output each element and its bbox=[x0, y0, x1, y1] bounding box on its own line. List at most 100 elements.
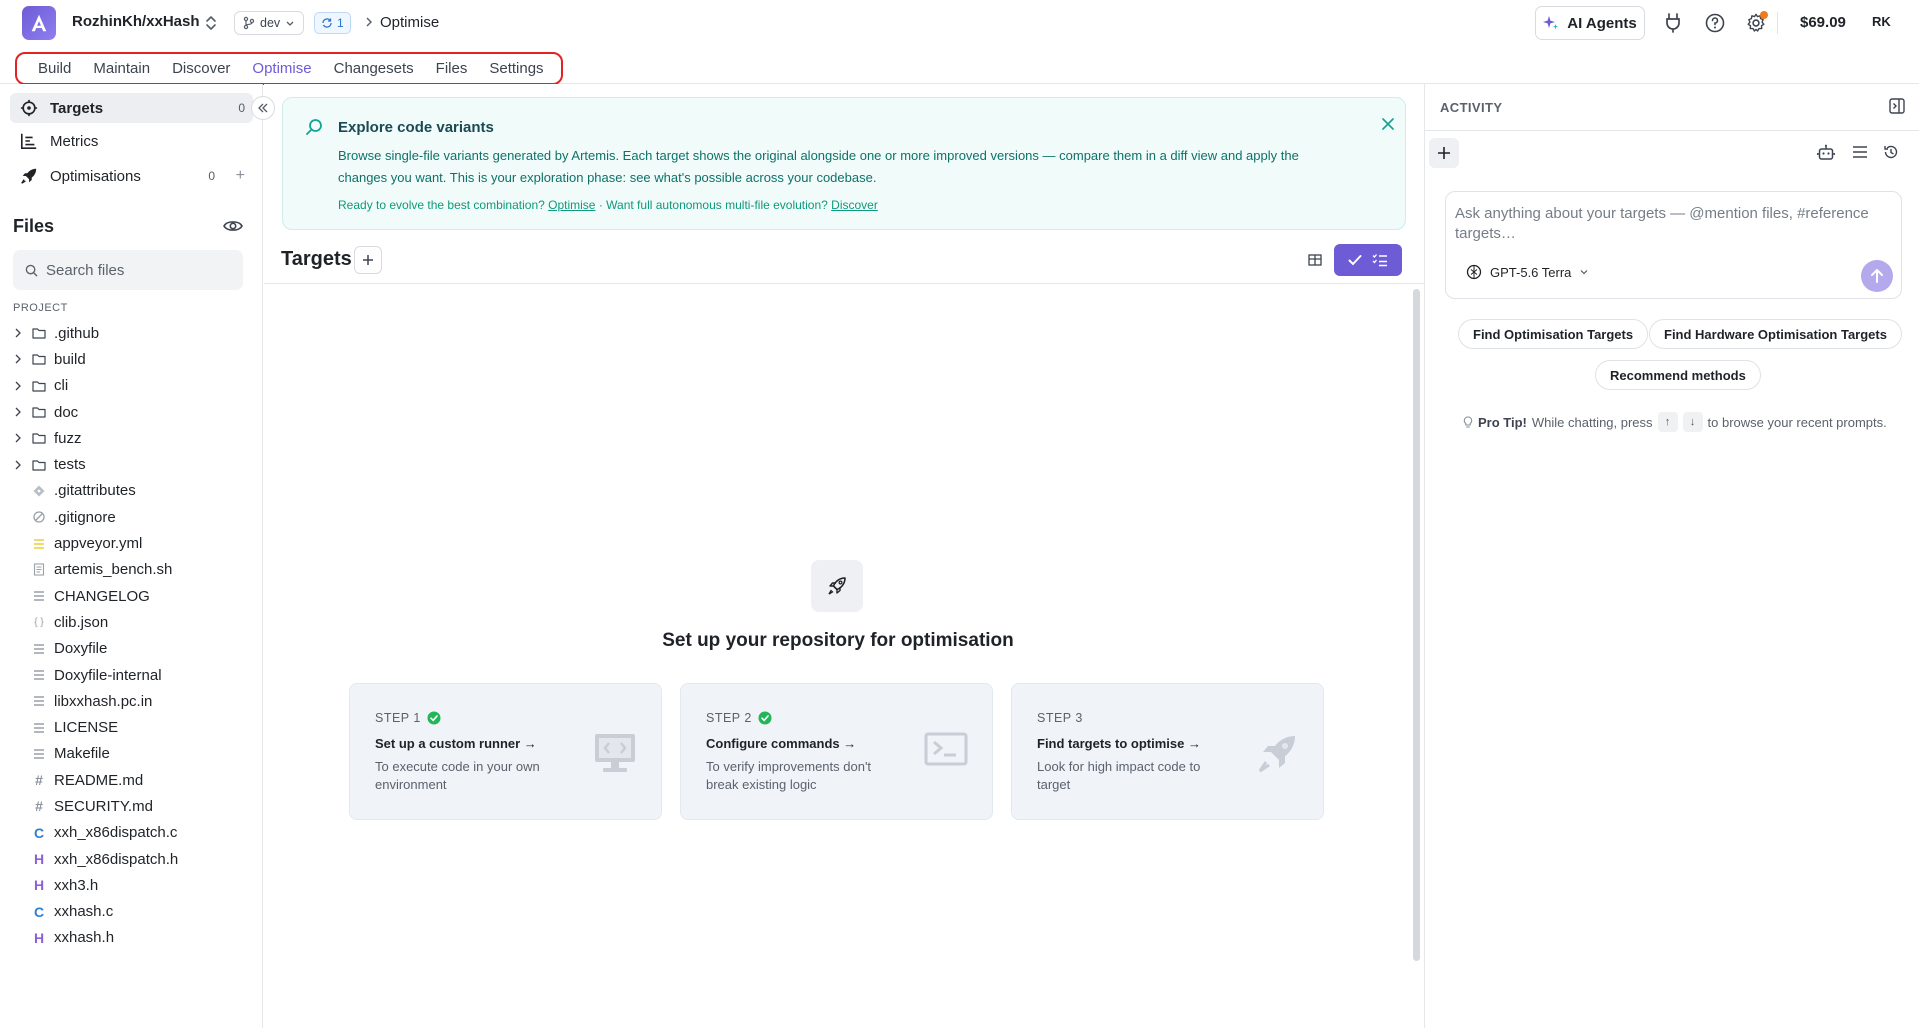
main-scrollbar[interactable] bbox=[1413, 289, 1420, 961]
add-target-button[interactable] bbox=[354, 246, 382, 274]
chevron-right-icon[interactable] bbox=[14, 354, 22, 364]
user-avatar[interactable]: RK bbox=[1872, 14, 1891, 29]
banner-link-prefix: Ready to evolve the best combination? bbox=[338, 198, 545, 212]
file-row[interactable]: LICENSE bbox=[0, 714, 262, 740]
credits-balance[interactable]: $69.09 bbox=[1800, 14, 1846, 31]
step-card-custom-runner[interactable]: STEP 1 Set up a custom runner → To execu… bbox=[349, 683, 662, 820]
text-lines-icon bbox=[32, 721, 46, 735]
nav-tab-maintain[interactable]: Maintain bbox=[82, 54, 161, 83]
json-braces-icon: { } bbox=[34, 616, 44, 628]
menu-list-icon[interactable] bbox=[1852, 144, 1868, 160]
activity-divider bbox=[1425, 130, 1919, 131]
file-search-input[interactable] bbox=[46, 261, 226, 279]
ai-agents-button[interactable]: AI Agents bbox=[1535, 6, 1645, 40]
chat-input[interactable]: Ask anything about your targets — @menti… bbox=[1455, 204, 1895, 244]
branch-selector[interactable]: dev bbox=[234, 11, 305, 35]
chevron-right-icon[interactable] bbox=[14, 460, 22, 470]
nav-tab-settings[interactable]: Settings bbox=[478, 54, 554, 83]
robot-icon[interactable] bbox=[1817, 144, 1835, 162]
discover-link[interactable]: Discover bbox=[831, 198, 878, 212]
eye-icon[interactable] bbox=[223, 218, 243, 234]
file-row[interactable]: H xxh_x86dispatch.h bbox=[0, 846, 262, 872]
file-row[interactable]: H xxhash.h bbox=[0, 925, 262, 951]
file-name: libxxhash.pc.in bbox=[54, 692, 153, 710]
file-row[interactable]: .gitignore bbox=[0, 504, 262, 530]
yaml-lines-icon bbox=[32, 537, 46, 551]
folder-row[interactable]: build bbox=[0, 346, 262, 372]
collapse-panel-icon[interactable] bbox=[1889, 98, 1905, 114]
hash-icon: # bbox=[35, 798, 43, 815]
file-row[interactable]: CHANGELOG bbox=[0, 583, 262, 609]
file-name: .gitattributes bbox=[54, 482, 136, 500]
file-row[interactable]: appveyor.yml bbox=[0, 530, 262, 556]
model-selector[interactable]: GPT-5.6 Terra bbox=[1466, 264, 1589, 280]
collapse-sidebar-button[interactable] bbox=[251, 96, 275, 120]
new-chat-button[interactable] bbox=[1429, 138, 1459, 168]
suggestion-recommend-methods[interactable]: Recommend methods bbox=[1595, 360, 1761, 390]
file-name: clib.json bbox=[54, 613, 109, 631]
step-label: STEP 1 bbox=[375, 711, 441, 725]
send-button[interactable] bbox=[1861, 260, 1893, 292]
file-tree: .github build cli doc fuzz tests .gitatt… bbox=[0, 320, 262, 951]
file-row[interactable]: # SECURITY.md bbox=[0, 793, 262, 819]
file-row[interactable]: libxxhash.pc.in bbox=[0, 688, 262, 714]
file-row[interactable]: Doxyfile bbox=[0, 636, 262, 662]
suggestion-find-optimisation-targets[interactable]: Find Optimisation Targets bbox=[1458, 319, 1649, 349]
file-row[interactable]: # README.md bbox=[0, 767, 262, 793]
file-row[interactable]: { } clib.json bbox=[0, 609, 262, 635]
chevron-right-icon[interactable] bbox=[14, 433, 22, 443]
nav-tab-optimise[interactable]: Optimise bbox=[241, 54, 322, 83]
nav-tab-build[interactable]: Build bbox=[27, 54, 82, 83]
add-optimisation-plus-icon[interactable]: + bbox=[236, 167, 245, 185]
sidebar-item-optimisations[interactable]: Optimisations 0 + bbox=[10, 161, 253, 191]
files-heading: Files bbox=[13, 216, 55, 236]
sync-status-badge[interactable]: 1 bbox=[314, 12, 351, 34]
banner-links: Ready to evolve the best combination? Op… bbox=[338, 198, 878, 212]
step-title: Set up a custom runner → bbox=[375, 736, 537, 751]
chevron-right-icon[interactable] bbox=[14, 407, 22, 417]
optimisations-count: 0 bbox=[208, 169, 215, 183]
file-row[interactable]: H xxh3.h bbox=[0, 872, 262, 898]
nav-tab-files[interactable]: Files bbox=[425, 54, 479, 83]
close-banner-button[interactable] bbox=[1381, 117, 1395, 131]
nav-tab-changesets[interactable]: Changesets bbox=[323, 54, 425, 83]
step-card-configure-commands[interactable]: STEP 2 Configure commands → To verify im… bbox=[680, 683, 993, 820]
sidebar-item-targets[interactable]: Targets 0 bbox=[10, 93, 253, 123]
rocket-icon bbox=[21, 168, 37, 184]
file-row[interactable]: C xxh_x86dispatch.c bbox=[0, 820, 262, 846]
plug-icon[interactable] bbox=[1661, 11, 1685, 35]
file-row[interactable]: C xxhash.c bbox=[0, 899, 262, 925]
grid-view-button[interactable] bbox=[1296, 244, 1334, 276]
folder-row[interactable]: fuzz bbox=[0, 425, 262, 451]
list-check-icon bbox=[1372, 254, 1387, 267]
rocket-icon bbox=[811, 560, 863, 612]
repo-switch-icon[interactable] bbox=[204, 13, 220, 33]
suggestion-find-hardware-targets[interactable]: Find Hardware Optimisation Targets bbox=[1649, 319, 1902, 349]
app-logo[interactable] bbox=[22, 6, 56, 40]
file-row[interactable]: .gitattributes bbox=[0, 478, 262, 504]
chevron-right-icon[interactable] bbox=[14, 381, 22, 391]
chevron-right-icon[interactable] bbox=[14, 328, 22, 338]
repo-name[interactable]: RozhinKh/xxHash bbox=[72, 13, 200, 30]
folder-row[interactable]: .github bbox=[0, 320, 262, 346]
file-row[interactable]: Makefile bbox=[0, 741, 262, 767]
folder-row[interactable]: tests bbox=[0, 451, 262, 477]
double-chevron-left-icon bbox=[258, 103, 268, 113]
chevron-down-icon bbox=[1580, 270, 1588, 275]
file-row[interactable]: artemis_bench.sh bbox=[0, 557, 262, 583]
help-icon[interactable] bbox=[1703, 11, 1727, 35]
optimise-link[interactable]: Optimise bbox=[548, 198, 595, 212]
sidebar-item-metrics[interactable]: Metrics bbox=[10, 126, 253, 156]
file-row[interactable]: Doxyfile-internal bbox=[0, 662, 262, 688]
nav-tab-discover[interactable]: Discover bbox=[161, 54, 241, 83]
crosshair-icon bbox=[20, 99, 38, 117]
settings-gear-icon[interactable] bbox=[1744, 11, 1768, 35]
step-card-find-targets[interactable]: STEP 3 Find targets to optimise → Look f… bbox=[1011, 683, 1324, 820]
activity-title: ACTIVITY bbox=[1440, 100, 1503, 115]
checklist-view-button[interactable] bbox=[1334, 244, 1402, 276]
history-icon[interactable] bbox=[1883, 144, 1899, 160]
chat-composer[interactable]: Ask anything about your targets — @menti… bbox=[1445, 191, 1902, 299]
c-file-icon: C bbox=[33, 824, 45, 841]
folder-row[interactable]: doc bbox=[0, 399, 262, 425]
folder-row[interactable]: cli bbox=[0, 373, 262, 399]
